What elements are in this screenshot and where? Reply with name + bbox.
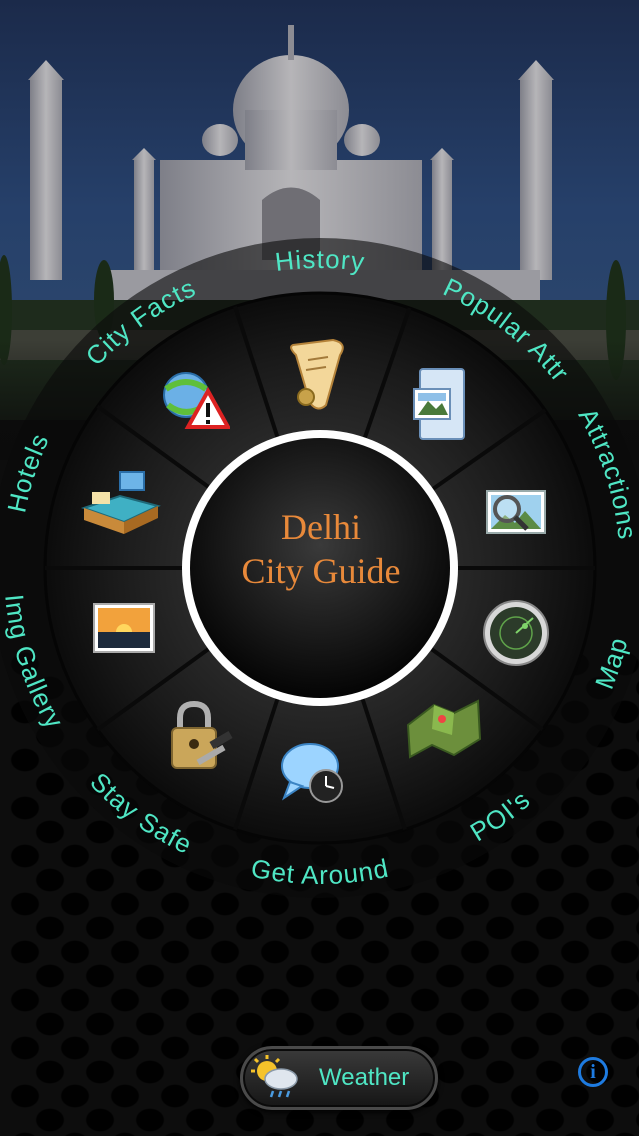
photo-document-icon[interactable]	[410, 365, 470, 445]
title-line-2: City Guide	[241, 551, 401, 591]
weather-label: Weather	[319, 1064, 410, 1091]
padlock-key-icon[interactable]	[166, 700, 238, 772]
info-icon[interactable]: i	[578, 1057, 608, 1087]
scroll-icon[interactable]	[278, 335, 358, 415]
radar-icon[interactable]	[481, 598, 551, 668]
bed-icon[interactable]	[80, 468, 162, 540]
chat-clock-icon[interactable]	[278, 740, 350, 806]
weather-button[interactable]: Weather	[240, 1046, 438, 1110]
globe-warning-icon[interactable]	[156, 365, 232, 431]
app-title: Delhi City Guide	[196, 505, 446, 593]
terrain-map-icon[interactable]	[404, 695, 484, 765]
title-line-1: Delhi	[281, 507, 361, 547]
sunset-photo-icon[interactable]	[92, 602, 158, 656]
magnifier-photo-icon[interactable]	[485, 485, 549, 543]
menu-label-history[interactable]: History	[273, 244, 366, 277]
sun-cloud-rain-icon	[251, 1055, 298, 1098]
